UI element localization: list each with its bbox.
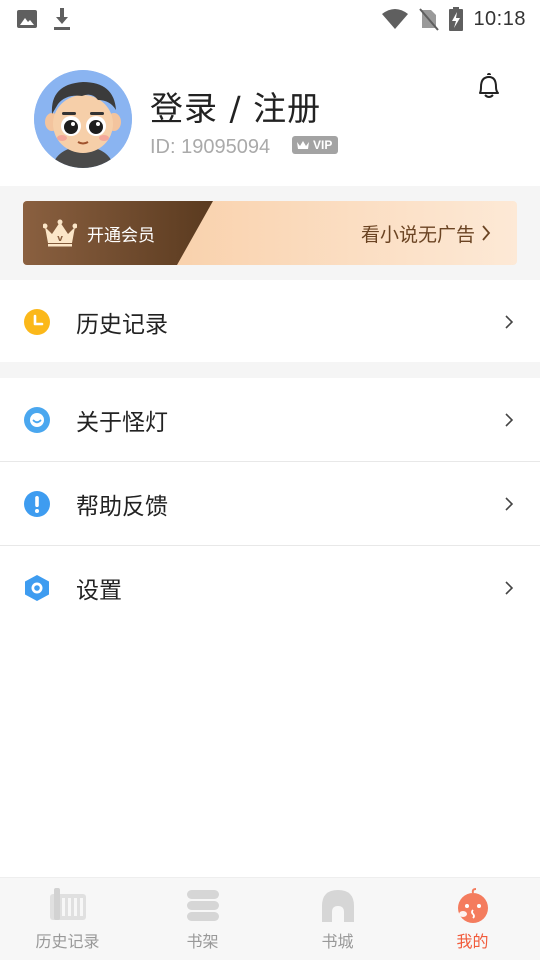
bookshelf-icon <box>186 890 219 921</box>
menu-item-help-feedback[interactable]: 帮助反馈 <box>0 462 540 546</box>
hexagon-gear-icon <box>25 575 49 601</box>
profile-header: 登录 / 注册 ID: 19095094 VIP <box>0 58 540 186</box>
download-icon <box>54 8 70 30</box>
exclamation-icon <box>24 491 50 517</box>
nav-label-bookshelf: 书架 <box>186 932 219 951</box>
chevron-right-icon <box>505 497 514 511</box>
bookstore-icon <box>321 890 354 922</box>
nav-item-mine[interactable]: 我的 <box>405 878 540 960</box>
chevron-right-icon <box>505 413 514 427</box>
nav-item-bookshelf[interactable]: 书架 <box>135 878 270 960</box>
cartoon-avatar-icon <box>34 70 132 168</box>
status-left <box>16 7 72 31</box>
menu-label-help-feedback: 帮助反馈 <box>76 494 168 520</box>
member-slogan-group: 看小说无广告 <box>361 201 491 265</box>
history-icon <box>49 888 86 920</box>
member-slogan: 看小说无广告 <box>360 223 475 246</box>
status-right: 10:18 <box>381 7 526 31</box>
vip-badge: VIP <box>292 136 339 154</box>
menu-label-history: 历史记录 <box>76 312 168 338</box>
nav-item-bookstore[interactable]: 书城 <box>270 878 405 960</box>
menu-item-settings[interactable]: 设置 <box>0 546 540 630</box>
image-icon <box>17 10 37 28</box>
menu-item-history[interactable]: 历史记录 <box>0 280 540 364</box>
nav-label-bookstore: 书城 <box>321 932 354 951</box>
wifi-icon <box>382 9 409 29</box>
crown-icon <box>297 141 309 149</box>
user-id: ID: 19095094 <box>150 136 271 158</box>
bottom-nav: 历史记录 书架 书城 我的 <box>0 877 540 960</box>
nav-label-mine: 我的 <box>456 932 489 951</box>
battery-charging-icon <box>449 7 464 31</box>
clock-icon <box>24 309 50 335</box>
mine-icon <box>457 888 488 923</box>
menu-label-about: 关于怪灯 <box>76 410 168 436</box>
menu-item-about[interactable]: 关于怪灯 <box>0 378 540 462</box>
status-bar: 10:18 <box>0 0 540 38</box>
bell-icon[interactable] <box>474 72 502 100</box>
smile-icon <box>24 407 50 433</box>
svg-text:v: v <box>57 234 63 244</box>
chevron-right-icon <box>482 225 491 241</box>
chevron-right-icon <box>505 581 514 595</box>
status-time: 10:18 <box>473 7 526 30</box>
vip-text: VIP <box>313 138 333 152</box>
crown-icon: v <box>43 219 77 247</box>
separator-band <box>0 362 540 378</box>
member-open-label: 开通会员 <box>87 225 155 246</box>
login-register-title[interactable]: 登录 / 注册 <box>150 82 321 130</box>
chevron-right-icon <box>505 315 514 329</box>
no-sim-icon <box>419 8 440 31</box>
member-banner[interactable]: v 开通会员 看小说无广告 <box>23 201 517 265</box>
member-open-group: v 开通会员 <box>43 201 155 265</box>
menu-label-settings: 设置 <box>76 578 122 604</box>
nav-item-history[interactable]: 历史记录 <box>0 878 135 960</box>
avatar[interactable] <box>34 70 132 168</box>
nav-label-history: 历史记录 <box>35 932 100 951</box>
